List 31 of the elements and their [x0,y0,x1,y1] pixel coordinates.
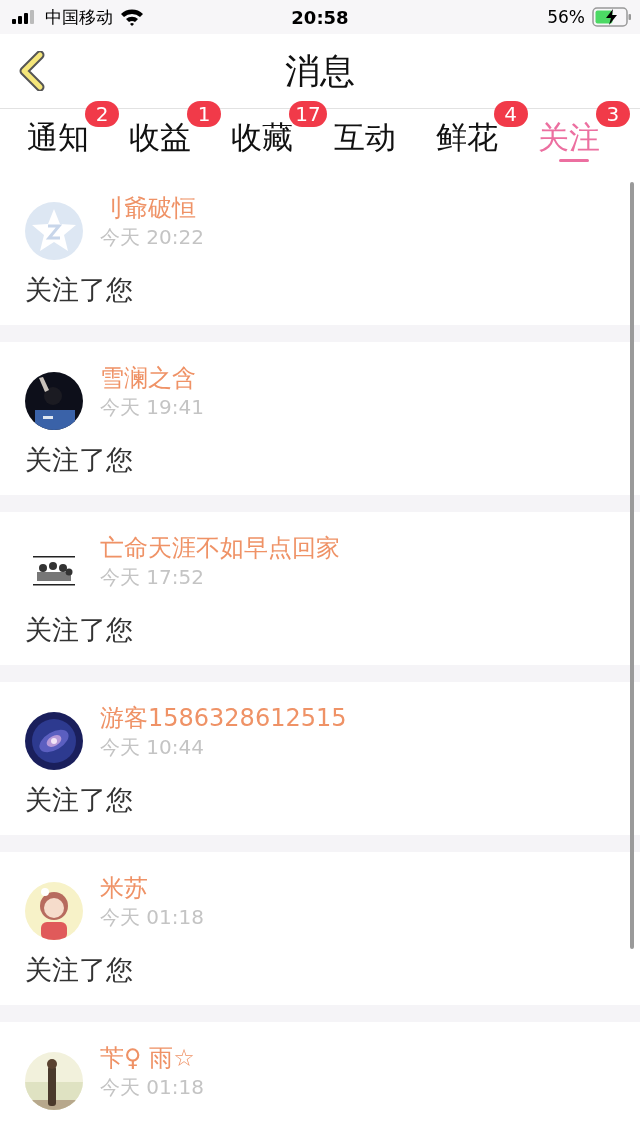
unread-count: 3 [595,101,630,127]
battery-percent: 56% [547,7,585,27]
message-text: 关注了您 [25,783,134,817]
unread-count: 4 [493,101,528,127]
unread-count: 2 [85,101,119,127]
message-time: 今天 20:22 [100,225,204,249]
user-name[interactable]: 雪澜之含 [100,361,204,395]
tab-underline [558,159,589,162]
message-time: 今天 01:18 [100,905,204,929]
page-title: 消息 [284,49,356,93]
user-name[interactable]: 苄♀ 雨☆ [100,1041,204,1075]
user-name[interactable]: 游客1586328612515 [100,701,347,735]
message-text: 关注了您 [25,443,134,477]
unread-count: 17 [289,101,327,127]
wifi-icon [120,8,144,26]
status-time: 20:58 [290,6,350,28]
unread-count: 1 [187,101,222,127]
tab[interactable]: 互动 [333,118,396,156]
message-text: 关注了您 [25,953,134,987]
user-name[interactable]: 米苏 [100,871,204,905]
carrier-name: 中国移动 [45,5,113,29]
message-text: 关注了您 [25,613,134,647]
default-avatar-icon [25,202,83,260]
message-time: 今天 17:52 [100,565,205,589]
message-time: 今天 10:44 [100,735,205,759]
user-name[interactable]: 亡命天涯不如早点回家 [100,531,340,565]
message-time: 今天 01:18 [100,1075,204,1099]
message-text: 关注了您 [25,273,134,307]
message-time: 今天 19:41 [100,395,204,419]
battery-charging-icon [592,7,632,27]
user-name[interactable]: 刂爺破恒 [100,191,204,225]
